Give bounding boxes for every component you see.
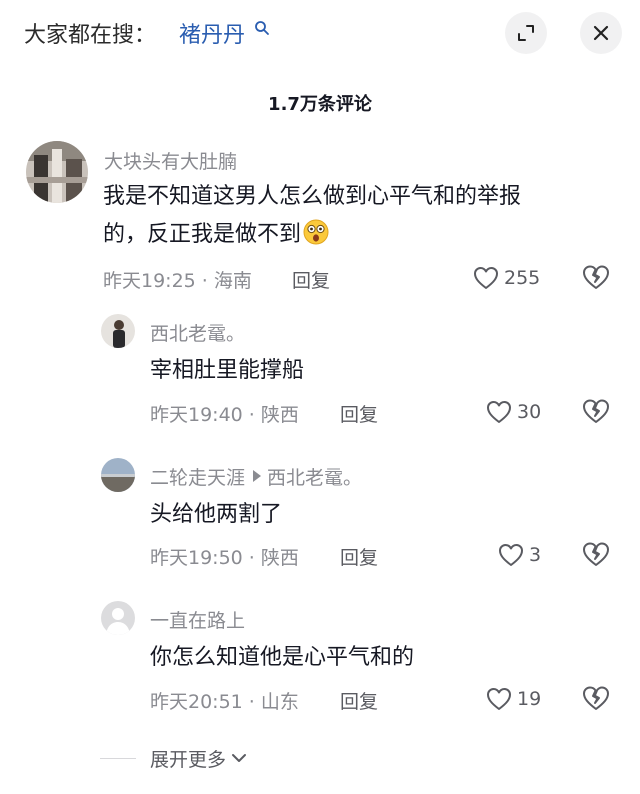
avatar[interactable] — [26, 141, 88, 203]
reply-username-line: 二轮走天涯 西北老鼋。 — [150, 463, 362, 490]
reply-content: 宰相肚里能撑船 — [150, 358, 305, 383]
search-icon[interactable] — [254, 20, 270, 36]
reply-username[interactable]: 二轮走天涯 — [150, 467, 245, 489]
like-button[interactable]: 3 — [498, 540, 541, 570]
like-count: 255 — [504, 267, 541, 289]
chevron-down-icon — [232, 754, 247, 762]
search-suggestion-link[interactable]: 褚丹丹 — [179, 17, 245, 49]
broken-heart-icon — [583, 542, 609, 566]
avatar[interactable] — [101, 314, 135, 348]
heart-outline-icon — [487, 401, 511, 423]
heart-outline-icon — [474, 267, 498, 289]
heart-outline-icon — [499, 544, 523, 566]
comment-meta: 昨天19:25 · 海南 — [103, 266, 252, 293]
reply-username[interactable]: 一直在路上 — [150, 606, 245, 633]
reply-time: 昨天19:50 — [150, 547, 243, 569]
reply-button[interactable]: 回复 — [340, 687, 378, 714]
comment-content: 我是不知道这男人怎么做到心平气和的举报 的，反正我是做不到 — [103, 178, 603, 254]
like-button[interactable]: 255 — [473, 263, 540, 293]
dislike-button[interactable] — [582, 398, 610, 426]
avatar[interactable] — [101, 458, 135, 492]
comment-text: 的，反正我是做不到 — [103, 222, 302, 247]
like-count: 30 — [517, 401, 542, 423]
reply-to-arrow-icon — [253, 470, 262, 482]
like-button[interactable]: 30 — [486, 397, 541, 427]
broken-heart-icon — [583, 686, 609, 710]
reply-location: 陕西 — [260, 547, 299, 569]
collapse-window-button[interactable] — [505, 12, 547, 54]
comment-username[interactable]: 大块头有大肚腩 — [104, 147, 237, 174]
divider — [100, 757, 136, 759]
reply-content: 你怎么知道他是心平气和的 — [150, 645, 415, 670]
reply-content: 头给他两割了 — [150, 502, 283, 527]
expand-more-label: 展开更多 — [150, 748, 227, 771]
meta-separator: · — [201, 270, 208, 292]
reply-username[interactable]: 西北老鼋。 — [150, 319, 245, 346]
like-count: 19 — [517, 688, 542, 710]
close-icon — [593, 25, 609, 41]
comment-count-title: 1.7万条评论 — [268, 94, 372, 115]
reply-time: 昨天20:51 — [150, 691, 243, 713]
comment-text-line-2: 的，反正我是做不到 — [103, 216, 603, 254]
reply-button[interactable]: 回复 — [340, 543, 378, 570]
dislike-button[interactable] — [582, 685, 610, 713]
expand-more-button[interactable]: 展开更多 — [100, 742, 248, 774]
search-bar: 大家都在搜： 褚丹丹 — [0, 0, 640, 66]
reply-time: 昨天19:40 — [150, 404, 243, 426]
reply-meta: 昨天19:50 · 陕西 — [150, 543, 299, 570]
comment-text-line: 我是不知道这男人怎么做到心平气和的举报 — [103, 184, 522, 209]
collapse-window-icon — [518, 25, 534, 41]
comment-location: 海南 — [213, 270, 252, 292]
heart-outline-icon — [487, 688, 511, 710]
reply-button[interactable]: 回复 — [292, 266, 330, 293]
meta-separator: · — [248, 404, 255, 426]
reply-to-username[interactable]: 西北老鼋。 — [267, 467, 362, 489]
avatar[interactable] — [101, 601, 135, 635]
broken-heart-icon — [583, 265, 609, 289]
shocked-face-emoji-icon — [303, 219, 329, 245]
reply-meta: 昨天19:40 · 陕西 — [150, 400, 299, 427]
search-prefix-label: 大家都在搜： — [24, 23, 157, 48]
reply-meta: 昨天20:51 · 山东 — [150, 687, 299, 714]
meta-separator: · — [248, 547, 255, 569]
meta-separator: · — [248, 691, 255, 713]
reply-location: 山东 — [260, 691, 299, 713]
close-button[interactable] — [580, 12, 622, 54]
comment-time: 昨天19:25 — [103, 270, 196, 292]
dislike-button[interactable] — [582, 541, 610, 569]
broken-heart-icon — [583, 399, 609, 423]
like-count: 3 — [529, 544, 542, 566]
reply-button[interactable]: 回复 — [340, 400, 378, 427]
like-button[interactable]: 19 — [486, 684, 541, 714]
reply-location: 陕西 — [260, 404, 299, 426]
dislike-button[interactable] — [582, 264, 610, 292]
